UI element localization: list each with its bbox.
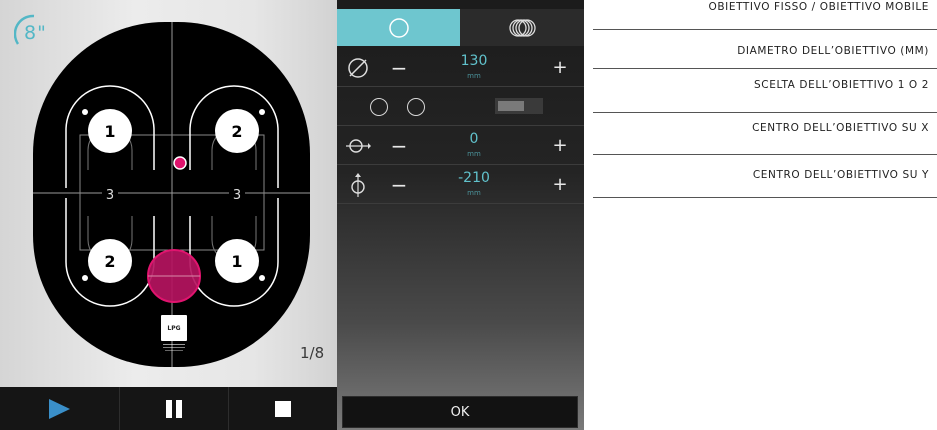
center-y-increase-button[interactable]: +	[550, 172, 570, 198]
diameter-unit: mm	[467, 72, 481, 80]
center-y-value: -210	[458, 170, 490, 186]
zone-label: 3	[233, 188, 241, 203]
center-y-icon	[351, 173, 365, 197]
center-x-decrease-button[interactable]: −	[389, 133, 409, 159]
zone-label: 2	[231, 122, 242, 141]
annotation-divider	[593, 68, 937, 69]
annotation-diameter: DIAMETRO DELL’OBIETTIVO (MM)	[737, 45, 929, 57]
center-x-icon	[346, 139, 371, 153]
diameter-row: − 130 mm +	[337, 49, 584, 87]
lens-1-icon[interactable]	[370, 98, 388, 116]
zone-label: 1	[104, 122, 115, 141]
lens-mode-tabs	[337, 9, 584, 46]
annotation-divider	[593, 154, 937, 155]
lens-2-icon[interactable]	[407, 98, 425, 116]
center-x-row: − 0 mm +	[337, 127, 584, 165]
ok-button[interactable]: OK	[342, 396, 578, 428]
center-x-increase-button[interactable]: +	[550, 133, 570, 159]
single-circle-icon	[388, 17, 409, 38]
lens-toggle[interactable]	[495, 98, 543, 114]
tab-mobile-lens[interactable]	[460, 9, 584, 46]
treatment-map-panel: 1 2 2 1 3 3 8" LPG 1/8	[0, 0, 337, 430]
lens-choice-row	[337, 88, 584, 126]
annotation-center-x: CENTRO DELL’OBIETTIVO SU X	[752, 122, 929, 134]
pause-icon	[165, 399, 182, 418]
logo-caption-graphic	[163, 344, 185, 351]
diameter-value: 130	[460, 53, 488, 69]
player-controls	[0, 387, 337, 430]
zone-label: 2	[104, 252, 115, 271]
center-y-row: − -210 mm +	[337, 166, 584, 204]
program-label: 8"	[24, 22, 47, 44]
play-icon	[49, 398, 70, 419]
annotation-lens-choice: SCELTA DELL’OBIETTIVO 1 O 2	[754, 79, 929, 91]
target-point	[173, 156, 187, 170]
diameter-icon	[348, 58, 368, 78]
center-x-value: 0	[469, 131, 479, 147]
play-button[interactable]	[0, 387, 118, 430]
center-y-unit: mm	[467, 189, 481, 197]
annotation-divider	[593, 29, 937, 30]
annotation-divider	[593, 197, 937, 198]
tab-fixed-lens[interactable]	[337, 9, 460, 46]
annotation-divider	[593, 112, 937, 113]
stop-button[interactable]	[228, 387, 337, 430]
center-y-decrease-button[interactable]: −	[389, 172, 409, 198]
pause-button[interactable]	[119, 387, 227, 430]
annotation-lens-mode: OBIETTIVO FISSO / OBIETTIVO MOBILE	[708, 1, 929, 13]
stacked-circles-icon	[509, 18, 536, 37]
page-counter: 1/8	[300, 344, 325, 362]
diameter-increase-button[interactable]: +	[550, 55, 570, 81]
lens-settings-panel: − 130 mm + − 0 mm + − -210 mm + OK	[337, 0, 584, 430]
stop-icon	[275, 400, 291, 417]
center-x-unit: mm	[467, 150, 481, 158]
zone-label: 1	[231, 252, 242, 271]
diameter-decrease-button[interactable]: −	[389, 55, 409, 81]
zone-label: 3	[106, 188, 114, 203]
annotation-center-y: CENTRO DELL’OBIETTIVO SU Y	[752, 169, 929, 181]
lpg-logo: LPG	[161, 315, 187, 341]
